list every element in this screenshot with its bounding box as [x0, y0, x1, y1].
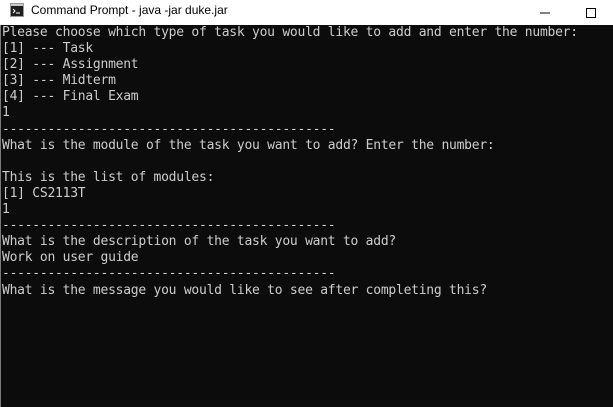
console-line: What is the message you would like to se… [2, 282, 487, 298]
console-line: [3] --- Midterm [2, 73, 116, 89]
maximize-button[interactable] [568, 0, 613, 25]
console-line: [1] --- Task [2, 41, 93, 57]
minimize-button[interactable] [522, 0, 568, 25]
console-line: What is the module of the task you want … [2, 137, 495, 153]
console-line: ----------------------------------------… [2, 218, 336, 234]
console-line: 1 [2, 105, 10, 121]
console-line: [2] --- Assignment [2, 57, 139, 73]
console-line: [4] --- Final Exam [2, 89, 139, 105]
console-lines: Please choose which type of task you wou… [2, 25, 578, 299]
console-line: [1] CS2113T [2, 185, 86, 201]
console-line: ----------------------------------------… [2, 121, 336, 137]
console-line: 1 [2, 202, 10, 218]
console-line: What is the description of the task you … [2, 234, 396, 250]
console-line: Work on user guide [2, 250, 139, 266]
console-line: Please choose which type of task you wou… [2, 25, 578, 40]
console-line: ----------------------------------------… [2, 266, 336, 282]
title-bar[interactable]: Command Prompt - java -jar duke.jar [0, 0, 613, 25]
window-title: Command Prompt - java -jar duke.jar [31, 3, 228, 17]
console-line: This is the list of modules: [2, 169, 215, 185]
cmd-icon [10, 3, 24, 17]
maximize-icon [586, 7, 596, 18]
minimize-icon [540, 12, 550, 13]
command-prompt-window: Command Prompt - java -jar duke.jar Plea… [0, 0, 613, 407]
console-output-area[interactable]: Please choose which type of task you wou… [0, 25, 613, 407]
